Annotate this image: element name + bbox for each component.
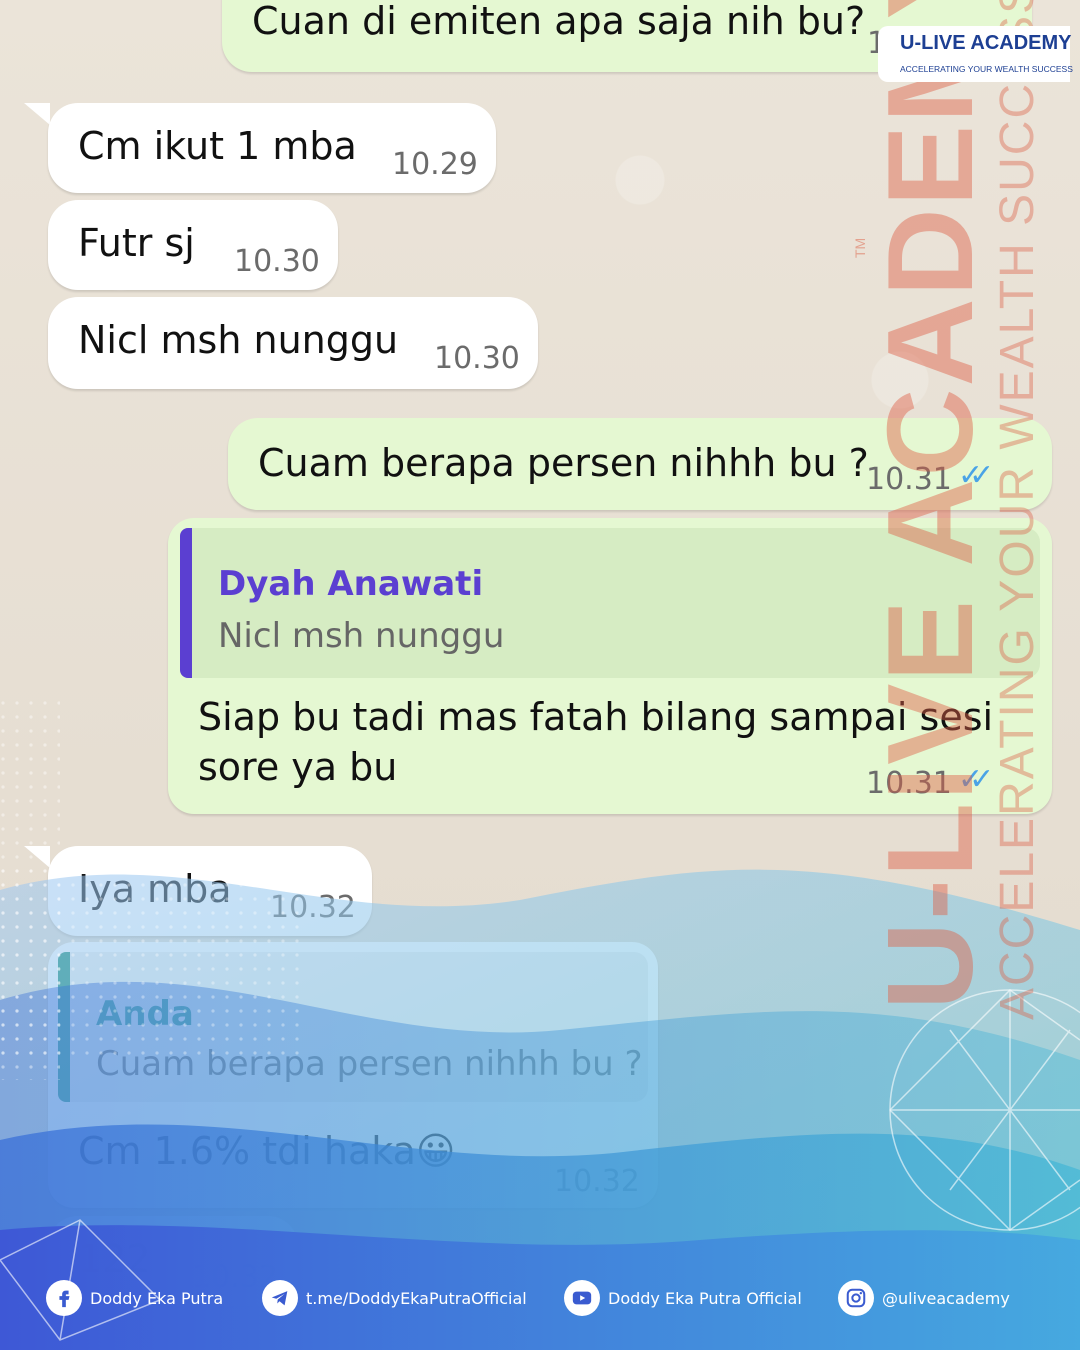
- quote-bar: [58, 952, 70, 1102]
- message-text: 122: [78, 1237, 151, 1281]
- quote-text: Cuam berapa persen nihhh bu ?: [96, 1044, 643, 1084]
- message-time: 10.32: [554, 1164, 640, 1199]
- social-facebook[interactable]: Doddy Eka Putra: [46, 1280, 223, 1316]
- youtube-icon: [564, 1280, 600, 1316]
- message-time: 10.31: [866, 766, 952, 801]
- message-time: 10.31: [866, 462, 952, 497]
- read-ticks-icon: ✓✓: [958, 458, 994, 493]
- quoted-message[interactable]: Anda Cuam berapa persen nihhh bu ?: [58, 952, 648, 1102]
- message-incoming[interactable]: Iya mba 10.32: [48, 846, 372, 936]
- social-label: Doddy Eka Putra Official: [608, 1288, 802, 1308]
- grinning-emoji-icon: 😀: [415, 1129, 456, 1173]
- message-incoming[interactable]: Cm ikut 1 mba 10.29: [48, 103, 496, 193]
- message-text: Futr sj: [78, 221, 195, 265]
- message-incoming[interactable]: Nicl msh nunggu 10.30: [48, 297, 538, 389]
- read-ticks-icon: ✓✓: [958, 762, 994, 797]
- message-text: Cuan di emiten apa saja nih bu?: [252, 0, 866, 43]
- message-outgoing[interactable]: Cuam berapa persen nihhh bu ? 10.31 ✓✓: [228, 418, 1052, 510]
- message-incoming[interactable]: Futr sj 10.30: [48, 200, 338, 290]
- message-time: 10.29: [392, 147, 478, 182]
- social-youtube[interactable]: Doddy Eka Putra Official: [564, 1280, 802, 1316]
- message-text-line1: Siap bu tadi mas fatah bilang sampai ses…: [198, 695, 994, 739]
- facebook-icon: [46, 1280, 82, 1316]
- message-text: Iya mba: [78, 867, 232, 911]
- watermark-trademark: TM: [852, 237, 868, 258]
- message-text: Cm 1.6% tdi haka😀: [78, 1129, 456, 1173]
- social-label: t.me/DoddyEkaPutraOfficial: [306, 1288, 527, 1308]
- quote-author: Anda: [96, 994, 194, 1034]
- message-text: Cuam berapa persen nihhh bu ?: [258, 441, 869, 485]
- bubble-tail: [24, 103, 50, 125]
- social-telegram[interactable]: t.me/DoddyEkaPutraOfficial: [262, 1280, 527, 1316]
- social-label: @uliveacademy: [882, 1288, 1010, 1308]
- logo-tagline: ACCELERATING YOUR WEALTH SUCCESS: [900, 64, 1073, 74]
- instagram-icon: [838, 1280, 874, 1316]
- quote-text: Nicl msh nunggu: [218, 616, 505, 656]
- quote-author: Dyah Anawati: [218, 564, 484, 604]
- quoted-message[interactable]: Dyah Anawati Nicl msh nunggu: [180, 528, 1040, 678]
- message-time: 10.32: [270, 890, 356, 925]
- message-time: 10.30: [434, 341, 520, 376]
- logo-text: U-LIVE ACADEMY: [900, 32, 1072, 54]
- message-time: 10.30: [234, 244, 320, 279]
- message-outgoing-reply[interactable]: Dyah Anawati Nicl msh nunggu Siap bu tad…: [168, 518, 1052, 814]
- telegram-icon: [262, 1280, 298, 1316]
- brand-logo: U-LIVE ACADEMY ACCELERATING YOUR WEALTH …: [878, 26, 1073, 82]
- social-instagram[interactable]: @uliveacademy: [838, 1280, 1010, 1316]
- bubble-tail: [24, 846, 50, 868]
- quote-bar: [180, 528, 192, 678]
- message-incoming-reply[interactable]: Anda Cuam berapa persen nihhh bu ? Cm 1.…: [48, 942, 658, 1208]
- message-text: Cm ikut 1 mba: [78, 124, 357, 168]
- message-text-line2: sore ya bu: [198, 745, 398, 789]
- message-text: Nicl msh nunggu: [78, 318, 399, 362]
- social-label: Doddy Eka Putra: [90, 1288, 224, 1308]
